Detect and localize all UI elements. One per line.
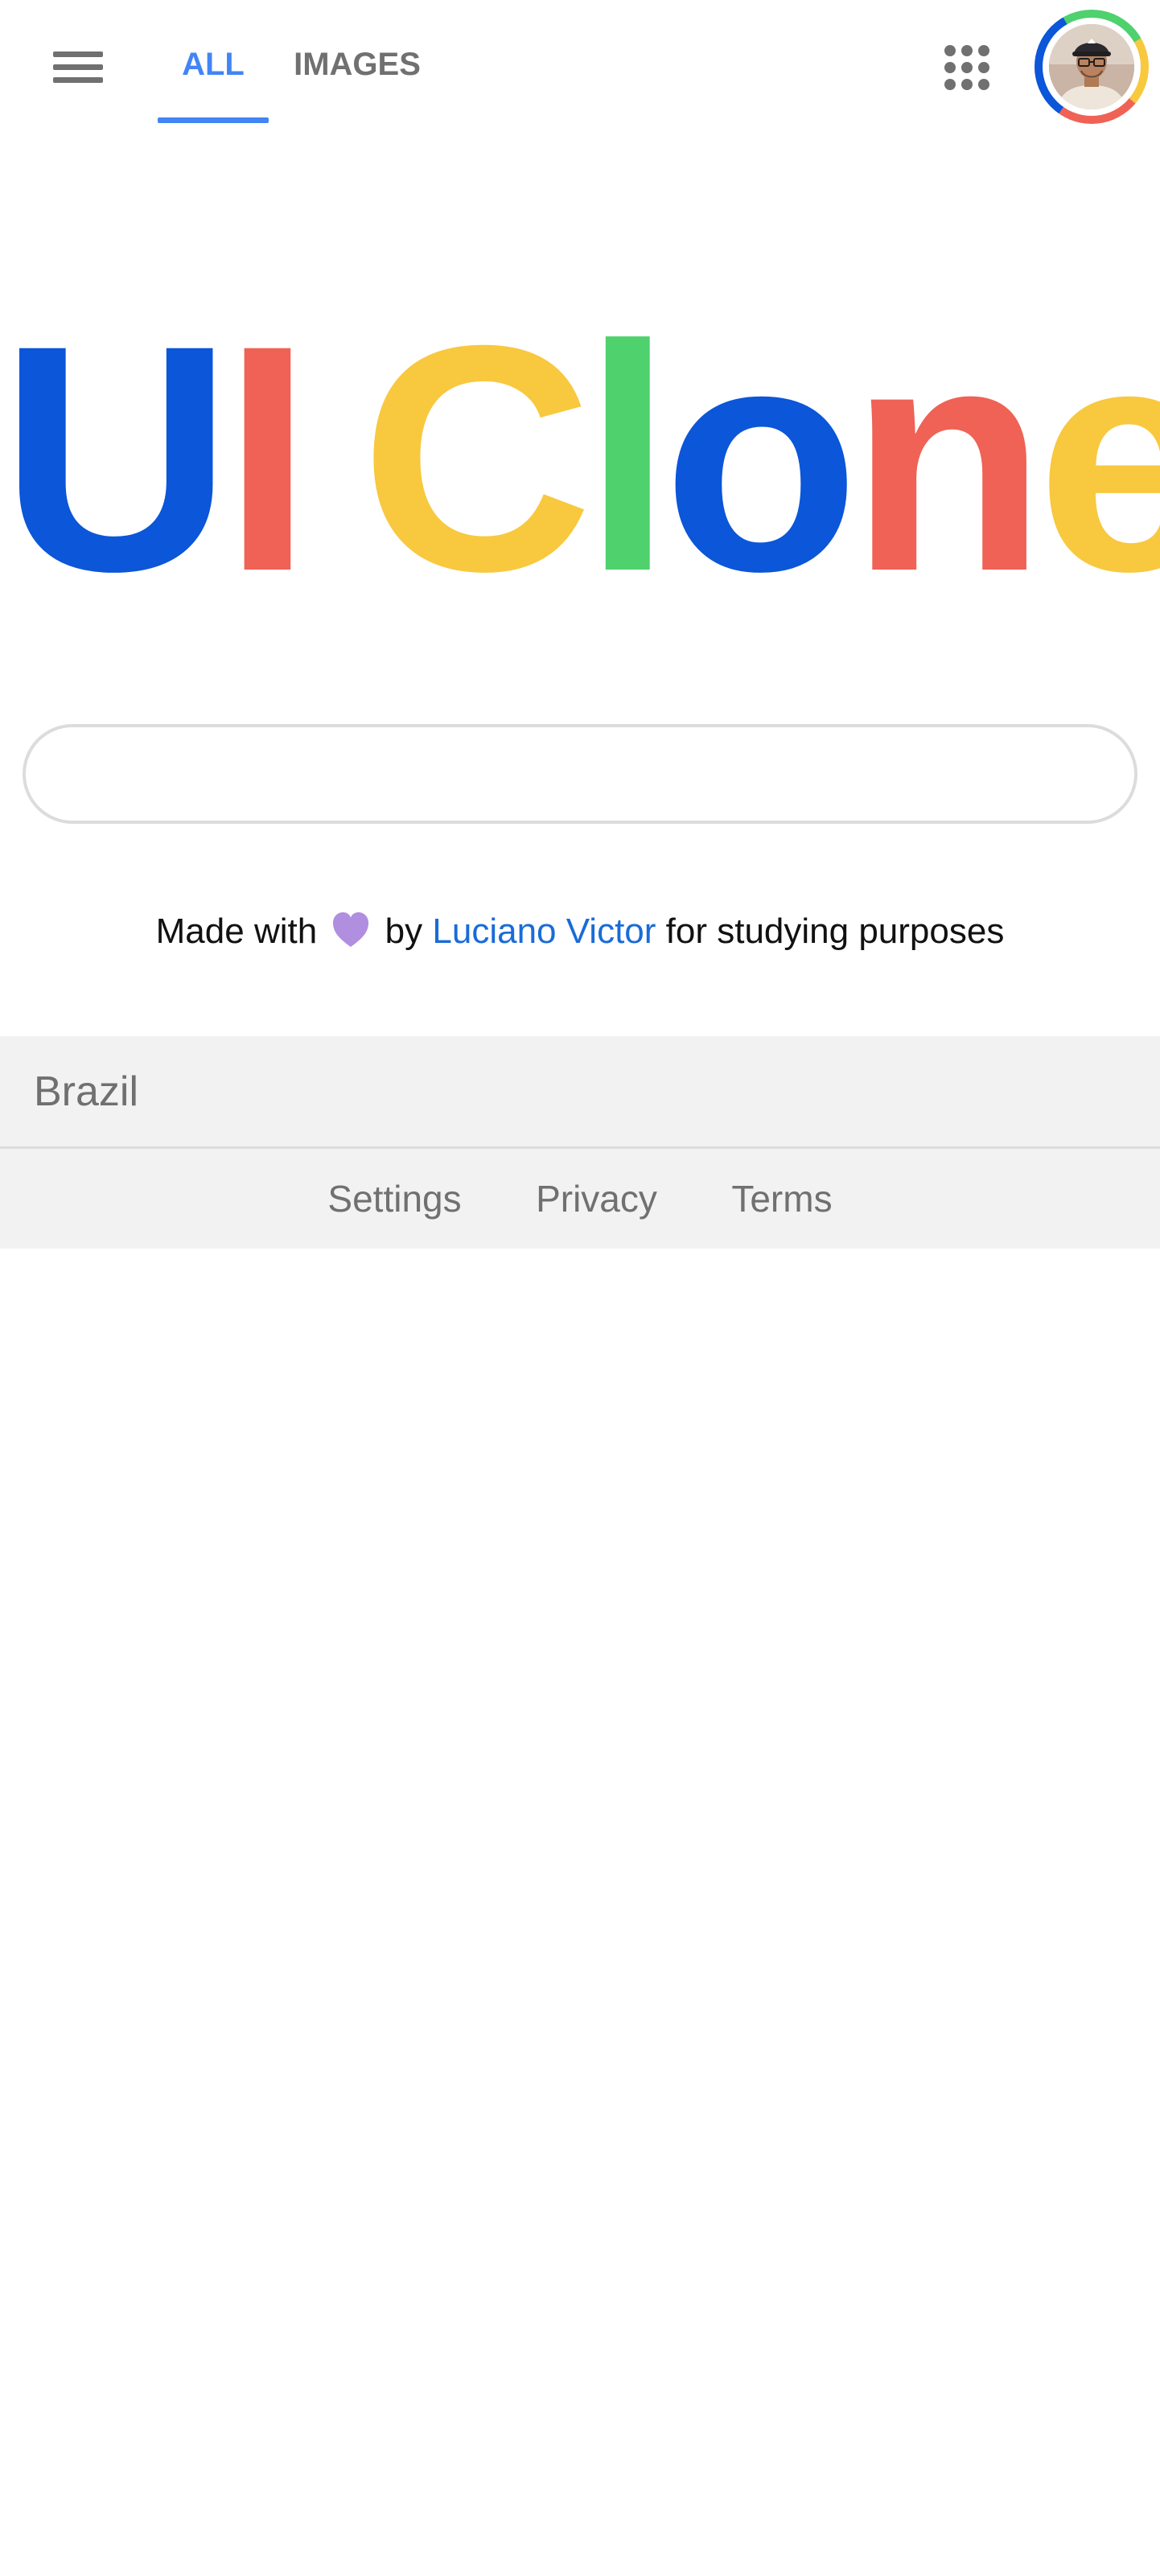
active-tab-indicator [158,117,269,123]
footer: Brazil Settings Privacy Terms [0,1036,1160,1249]
author-link[interactable]: Luciano Victor [432,911,656,951]
footer-link-privacy[interactable]: Privacy [536,1149,657,1249]
credit-prefix: Made with [155,911,318,951]
logo-letters: UI Clone [0,278,1160,638]
top-bar: ALL IMAGES [0,0,1160,129]
footer-country: Brazil [34,1068,139,1115]
tab-all[interactable]: ALL [158,39,269,90]
credit-middle: by [385,911,423,951]
apps-grid-button[interactable] [943,43,991,92]
user-avatar-picture [1049,24,1134,109]
footer-link-settings[interactable]: Settings [327,1149,461,1249]
search-input[interactable] [23,724,1137,824]
logo-letter-l: l [582,278,673,638]
hamburger-menu-icon-line [53,77,103,83]
avatar-button[interactable] [1035,10,1149,124]
logo-letter-n: n [849,278,1046,638]
footer-link-terms[interactable]: Terms [731,1149,832,1249]
logo-letter-I: I [222,278,312,638]
logo-letter-U: U [0,278,232,638]
logo-letter-e: e [1036,278,1160,638]
avatar-frame [1043,18,1141,116]
hamburger-menu-icon-line [53,64,103,70]
purple-heart-icon [333,912,369,948]
credit-suffix: for studying purposes [665,911,1005,951]
logo-space [302,306,360,611]
logo-letter-C: C [360,278,593,638]
hamburger-menu-icon [53,51,103,57]
footer-links: Settings Privacy Terms [0,1149,1160,1249]
credit-line: Made with by Luciano Victor for studying… [0,899,1160,964]
logo: UI Clone [0,278,1160,638]
tab-images[interactable]: IMAGES [285,39,430,90]
avatar [1049,24,1134,109]
hamburger-menu-button[interactable] [45,45,103,90]
logo-letter-o: o [663,278,859,638]
